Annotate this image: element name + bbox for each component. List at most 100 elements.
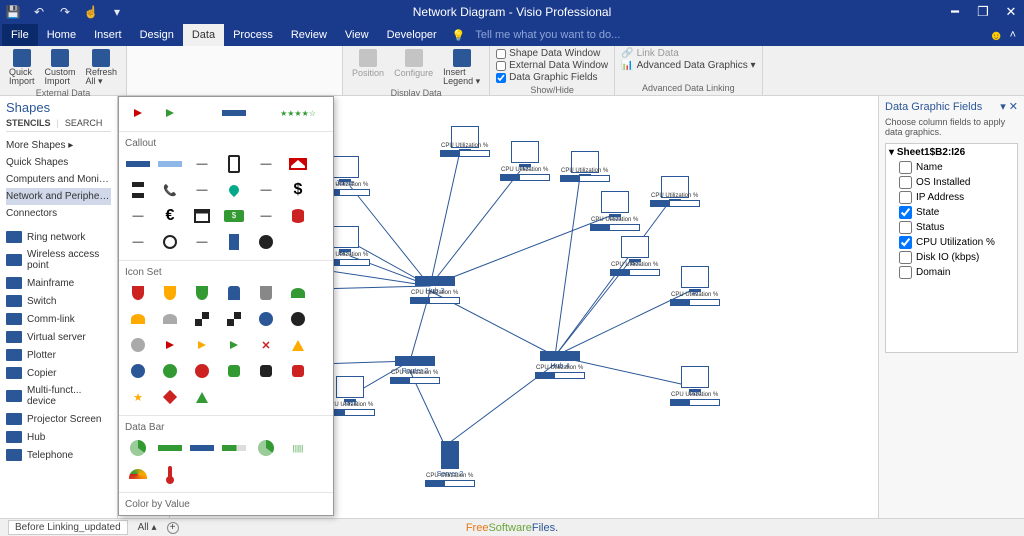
save-icon[interactable]: 💾: [4, 3, 22, 21]
tab-file[interactable]: File: [2, 24, 38, 46]
configure-button[interactable]: Configure: [391, 48, 436, 79]
circle-icon[interactable]: [253, 309, 279, 329]
pie-icon[interactable]: [253, 438, 279, 458]
field-checkbox[interactable]: Status: [889, 220, 1014, 235]
circle-icon[interactable]: [157, 361, 183, 381]
sheet-tab[interactable]: Before Linking_updated: [8, 520, 128, 535]
restore-icon[interactable]: ❐: [974, 4, 992, 20]
position-button[interactable]: Position: [349, 48, 387, 79]
wifi-icon[interactable]: [157, 309, 183, 329]
stars-icon[interactable]: [285, 103, 311, 123]
external-data-window-checkbox[interactable]: External Data Window: [496, 60, 608, 71]
pin-icon[interactable]: [221, 180, 247, 200]
field-checkbox[interactable]: Disk IO (kbps): [889, 250, 1014, 265]
ribbon-collapse-icon[interactable]: ˄: [1010, 29, 1016, 41]
field-checkbox[interactable]: Domain: [889, 265, 1014, 280]
pie-icon[interactable]: [125, 438, 151, 458]
touch-icon[interactable]: ☝: [82, 3, 100, 21]
x-icon[interactable]: ✕: [253, 335, 279, 355]
diagram-node[interactable]: CPU Utilization %: [440, 126, 490, 157]
shield-green-icon[interactable]: [189, 283, 215, 303]
diagram-node[interactable]: Hub 4CPU Utilization %: [535, 351, 585, 379]
search-tab[interactable]: SEARCH: [65, 118, 103, 128]
feedback-icon[interactable]: ☻: [989, 27, 1004, 43]
square-icon[interactable]: [285, 361, 311, 381]
wifi-icon[interactable]: [285, 283, 311, 303]
euro-icon[interactable]: [157, 206, 183, 226]
all-pages-button[interactable]: All ▴: [138, 522, 157, 533]
tally-icon[interactable]: |||||: [285, 438, 311, 458]
triangle-icon[interactable]: [189, 387, 215, 407]
stencil-item[interactable]: Mainframe: [6, 274, 111, 292]
field-checkbox[interactable]: OS Installed: [889, 175, 1014, 190]
stencil-item[interactable]: Multi-funct... device: [6, 382, 111, 410]
info-icon[interactable]: [125, 361, 151, 381]
diagram-node[interactable]: CPU Utilization %: [560, 151, 610, 182]
diagram-node[interactable]: BillCPU Utilization %: [610, 236, 660, 276]
quick-shapes[interactable]: Quick Shapes: [6, 154, 111, 171]
undo-icon[interactable]: ↶: [30, 3, 48, 21]
databar-icon[interactable]: [189, 438, 215, 458]
tellme-search[interactable]: Tell me what you want to do...: [475, 29, 620, 41]
stencil-item[interactable]: Ring network: [6, 228, 111, 246]
field-checkbox[interactable]: CPU Utilization %: [889, 235, 1014, 250]
diagram-node[interactable]: Server 2CPU Utilization %: [425, 441, 475, 487]
bar-icon[interactable]: [221, 103, 247, 123]
circle-icon[interactable]: [125, 335, 151, 355]
field-checkbox[interactable]: Name: [889, 160, 1014, 175]
close-icon[interactable]: ✕: [1002, 4, 1020, 20]
flag-icon[interactable]: [189, 335, 215, 355]
circle-icon[interactable]: [189, 361, 215, 381]
shield-red-icon[interactable]: [125, 283, 151, 303]
diagram-node[interactable]: JoeCPU Utilization %: [500, 141, 550, 181]
database-icon[interactable]: [285, 206, 311, 226]
phone-icon[interactable]: [221, 154, 247, 174]
databar-icon[interactable]: [221, 438, 247, 458]
diagram-node[interactable]: Hub 3CPU Utilization %: [410, 276, 460, 304]
tab-data[interactable]: Data: [183, 24, 224, 46]
gauge-icon[interactable]: [125, 464, 151, 484]
insert-legend-button[interactable]: Insert Legend ▾: [440, 48, 483, 87]
custom-import-button[interactable]: Custom Import: [42, 48, 79, 87]
refresh-all-button[interactable]: Refresh All ▾: [83, 48, 121, 87]
link-data-button[interactable]: 🔗 Link Data: [621, 48, 755, 59]
field-checkbox[interactable]: IP Address: [889, 190, 1014, 205]
stencil-item[interactable]: Copier: [6, 364, 111, 382]
tab-view[interactable]: View: [336, 24, 378, 46]
data-graphic-fields-checkbox[interactable]: Data Graphic Fields: [496, 72, 608, 83]
callout-icon[interactable]: [125, 154, 151, 174]
quick-import-button[interactable]: Quick Import: [6, 48, 38, 87]
hourglass-icon[interactable]: [125, 180, 151, 200]
callout-icon[interactable]: [157, 154, 183, 174]
fields-tree-root[interactable]: ▾ Sheet1$B2:I26: [889, 147, 1014, 158]
stencil-item[interactable]: Switch: [6, 292, 111, 310]
tab-insert[interactable]: Insert: [85, 24, 131, 46]
databar-icon[interactable]: [157, 438, 183, 458]
advanced-graphics-button[interactable]: 📊 Advanced Data Graphics ▾: [621, 60, 755, 71]
calendar-icon[interactable]: [189, 206, 215, 226]
shape-data-window-checkbox[interactable]: Shape Data Window: [496, 48, 608, 59]
flag-icon[interactable]: [157, 335, 183, 355]
add-page-button[interactable]: +: [167, 522, 179, 534]
diagram-node[interactable]: GailCPU Utilization %: [590, 191, 640, 231]
grid-icon[interactable]: [189, 309, 215, 329]
computers-monitors-stencil[interactable]: Computers and Monitors: [6, 171, 111, 188]
stencil-item[interactable]: Plotter: [6, 346, 111, 364]
diagram-node[interactable]: AlCPU Utilization %: [670, 266, 720, 306]
flag-red-icon[interactable]: [125, 103, 151, 123]
stencil-item[interactable]: Virtual server: [6, 328, 111, 346]
gear-icon[interactable]: [253, 232, 279, 252]
stencil-item[interactable]: Wireless access point: [6, 246, 111, 274]
stencil-item[interactable]: Hub: [6, 428, 111, 446]
connectors-stencil[interactable]: Connectors: [6, 205, 111, 222]
tab-design[interactable]: Design: [131, 24, 183, 46]
warning-icon[interactable]: [285, 335, 311, 355]
thumb-up-icon[interactable]: [221, 283, 247, 303]
redo-icon[interactable]: ↷: [56, 3, 74, 21]
flag-green-icon[interactable]: [157, 103, 183, 123]
phone-icon[interactable]: 📞: [157, 180, 183, 200]
square-icon[interactable]: [221, 361, 247, 381]
globe-icon[interactable]: [157, 232, 183, 252]
diamond-icon[interactable]: [157, 387, 183, 407]
card-icon[interactable]: $: [221, 206, 247, 226]
